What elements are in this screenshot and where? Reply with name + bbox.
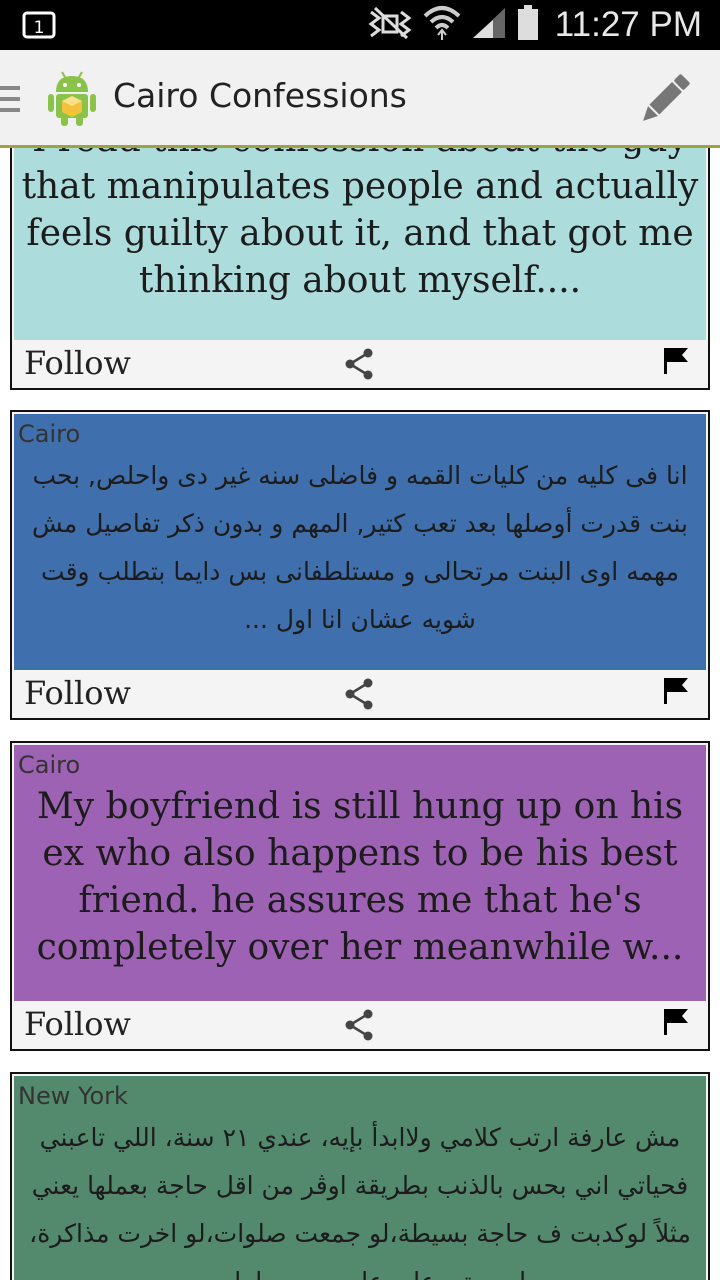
report-flag-icon[interactable] xyxy=(662,676,690,710)
report-flag-icon[interactable] xyxy=(662,346,690,380)
follow-button[interactable]: Follow xyxy=(24,1005,131,1043)
confession-text: انا فى كليه من كليات القمه و فاضلى سنه غ… xyxy=(31,461,689,634)
action-bar: Cairo Confessions xyxy=(0,50,720,148)
confession-card[interactable]: New York مش عارفة ارتب كلامي ولاابدأ بإي… xyxy=(10,1072,710,1280)
signal-icon xyxy=(471,6,507,44)
compose-pencil-icon[interactable] xyxy=(638,72,692,130)
share-icon[interactable] xyxy=(344,678,374,714)
wifi-icon xyxy=(423,4,461,46)
android-logo-icon[interactable] xyxy=(46,70,98,132)
confession-card[interactable]: I read this confession about the guy tha… xyxy=(10,148,710,390)
follow-button[interactable]: Follow xyxy=(24,344,131,382)
menu-icon[interactable] xyxy=(0,84,22,118)
confession-text: My boyfriend is still hung up on his ex … xyxy=(36,786,684,968)
location-label: Cairo xyxy=(18,420,81,448)
svg-text:1: 1 xyxy=(34,18,45,38)
confession-card[interactable]: Cairo انا فى كليه من كليات القمه و فاضلى… xyxy=(10,410,710,720)
battery-icon xyxy=(517,5,539,45)
page-title: Cairo Confessions xyxy=(113,76,407,115)
confession-body[interactable]: Cairo My boyfriend is still hung up on h… xyxy=(14,745,706,1001)
confession-card[interactable]: Cairo My boyfriend is still hung up on h… xyxy=(10,741,710,1051)
location-label: New York xyxy=(18,1082,128,1110)
confession-body[interactable]: I read this confession about the guy tha… xyxy=(14,148,706,340)
location-label: Cairo xyxy=(18,751,81,779)
follow-button[interactable]: Follow xyxy=(24,674,131,712)
confession-body[interactable]: Cairo انا فى كليه من كليات القمه و فاضلى… xyxy=(14,414,706,670)
confession-body[interactable]: New York مش عارفة ارتب كلامي ولاابدأ بإي… xyxy=(14,1076,706,1280)
confession-feed[interactable]: I read this confession about the guy tha… xyxy=(0,148,720,1280)
status-time: 11:27 PM xyxy=(554,5,702,44)
card-footer: Follow xyxy=(12,340,708,388)
card-footer: Follow xyxy=(12,670,708,718)
card-footer: Follow xyxy=(12,1001,708,1049)
share-icon[interactable] xyxy=(344,348,374,384)
report-flag-icon[interactable] xyxy=(662,1007,690,1041)
notification-icon: 1 xyxy=(22,11,56,43)
share-icon[interactable] xyxy=(344,1009,374,1045)
confession-text: I read this confession about the guy tha… xyxy=(21,148,699,301)
mute-icon xyxy=(367,6,413,44)
status-bar: 1 11:27 PM xyxy=(0,0,720,50)
